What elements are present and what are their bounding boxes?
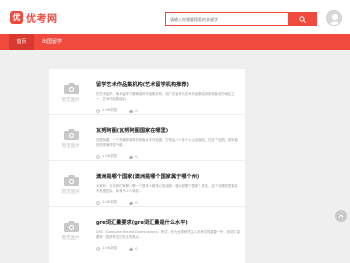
back-to-top-button[interactable] <box>335 210 347 222</box>
like-count: 0 <box>135 108 138 113</box>
article-title[interactable]: 留学艺术作品集机构(艺术留学机构推荐) <box>96 81 241 88</box>
article-title[interactable]: gre词汇量要求(gre词汇量是什么水平) <box>96 219 241 226</box>
list-item[interactable]: 暂无图片 澳洲是哪个国家(澳洲是哪个国家属于哪个州) 大家好，今天我们来聊一聊一… <box>49 160 245 206</box>
user-avatar-icon[interactable] <box>326 10 342 26</box>
thumbs-up-icon <box>129 154 134 159</box>
search-button[interactable] <box>288 13 316 25</box>
article-list: 暂无图片 留学艺术作品集机构(艺术留学机构推荐) 在艺术留学、美术留学了解海量的… <box>49 68 245 263</box>
thumbs-up-icon <box>129 200 134 205</box>
no-image-label: 暂无图片 <box>61 144 81 149</box>
divider <box>49 160 245 161</box>
main-nav: 首页 出国留学 <box>0 34 350 50</box>
view-count: 1.0K浏览 <box>102 154 118 158</box>
view-count: 1.0K浏览 <box>102 108 118 112</box>
article-thumbnail[interactable]: 暂无图片 <box>57 219 85 247</box>
search-icon <box>298 15 306 23</box>
article-thumbnail[interactable]: 暂无图片 <box>57 127 85 155</box>
article-summary: GRE（Graduate Record Examinations）考试，作为全球… <box>96 230 240 239</box>
clock-icon <box>96 154 100 159</box>
thumbs-up-icon <box>129 108 134 113</box>
divider <box>49 68 245 69</box>
article-title[interactable]: 瓦努阿图(瓦努阿图国家在哪里) <box>96 127 241 134</box>
no-image-label: 暂无图片 <box>61 98 81 103</box>
camera-icon <box>64 129 79 140</box>
clock-icon <box>96 246 100 251</box>
view-count: 1.0K浏览 <box>102 246 118 250</box>
article-summary: 瓦努阿图，一个充满异域风情的南太平洋岛国，它是由八十多个火山岛组成，在这个岛国，… <box>96 138 238 147</box>
no-image-label: 暂无图片 <box>61 190 81 195</box>
header-bar: 优 优考网 <box>0 0 350 34</box>
no-image-label: 暂无图片 <box>61 236 81 241</box>
clock-icon <box>96 200 100 205</box>
nav-item-study-abroad[interactable]: 出国留学 <box>36 34 68 50</box>
arrow-up-icon <box>338 214 344 218</box>
article-summary: 在艺术留学、美术留学了解海量的作品集机构，而广东省作为艺术作品集培训机构最多的地… <box>96 92 235 101</box>
logo-mark-icon: 优 <box>10 10 23 24</box>
like-count: 0 <box>135 154 138 159</box>
view-count: 1.0K浏览 <box>102 200 118 204</box>
site-logo[interactable]: 优 优考网 <box>10 9 58 25</box>
divider <box>49 114 245 115</box>
search-input[interactable] <box>166 13 288 25</box>
like-count: 0 <box>135 200 138 205</box>
article-meta: 1.0K浏览 0 <box>96 108 138 113</box>
article-thumbnail[interactable]: 暂无图片 <box>57 81 85 109</box>
camera-icon <box>64 83 79 94</box>
nav-item-home[interactable]: 首页 <box>9 34 34 50</box>
thumbs-up-icon <box>129 246 134 251</box>
list-item[interactable]: 暂无图片 瓦努阿图(瓦努阿图国家在哪里) 瓦努阿图，一个充满异域风情的南太平洋岛… <box>49 114 245 160</box>
like-count: 0 <box>135 246 138 251</box>
search-box <box>165 12 317 26</box>
article-thumbnail[interactable]: 暂无图片 <box>57 173 85 201</box>
article-meta: 1.0K浏览 0 <box>96 200 138 205</box>
article-title[interactable]: 澳洲是哪个国家(澳洲是哪个国家属于哪个州) <box>96 173 241 180</box>
list-item[interactable]: 暂无图片 留学艺术作品集机构(艺术留学机构推荐) 在艺术留学、美术留学了解海量的… <box>49 68 245 114</box>
clock-icon <box>96 108 100 113</box>
article-meta: 1.0K浏览 0 <box>96 154 138 159</box>
article-summary: 大家好，今天我们来聊一聊一个很多人都关心的话题：澳洲是哪个国家？其实，这个问题的… <box>96 184 238 193</box>
article-meta: 1.0K浏览 0 <box>96 246 138 251</box>
divider <box>49 206 245 207</box>
logo-text: 优考网 <box>26 13 58 25</box>
camera-icon <box>64 221 79 232</box>
camera-icon <box>64 175 79 186</box>
list-item[interactable]: 暂无图片 gre词汇量要求(gre词汇量是什么水平) GRE（Graduate … <box>49 206 245 252</box>
